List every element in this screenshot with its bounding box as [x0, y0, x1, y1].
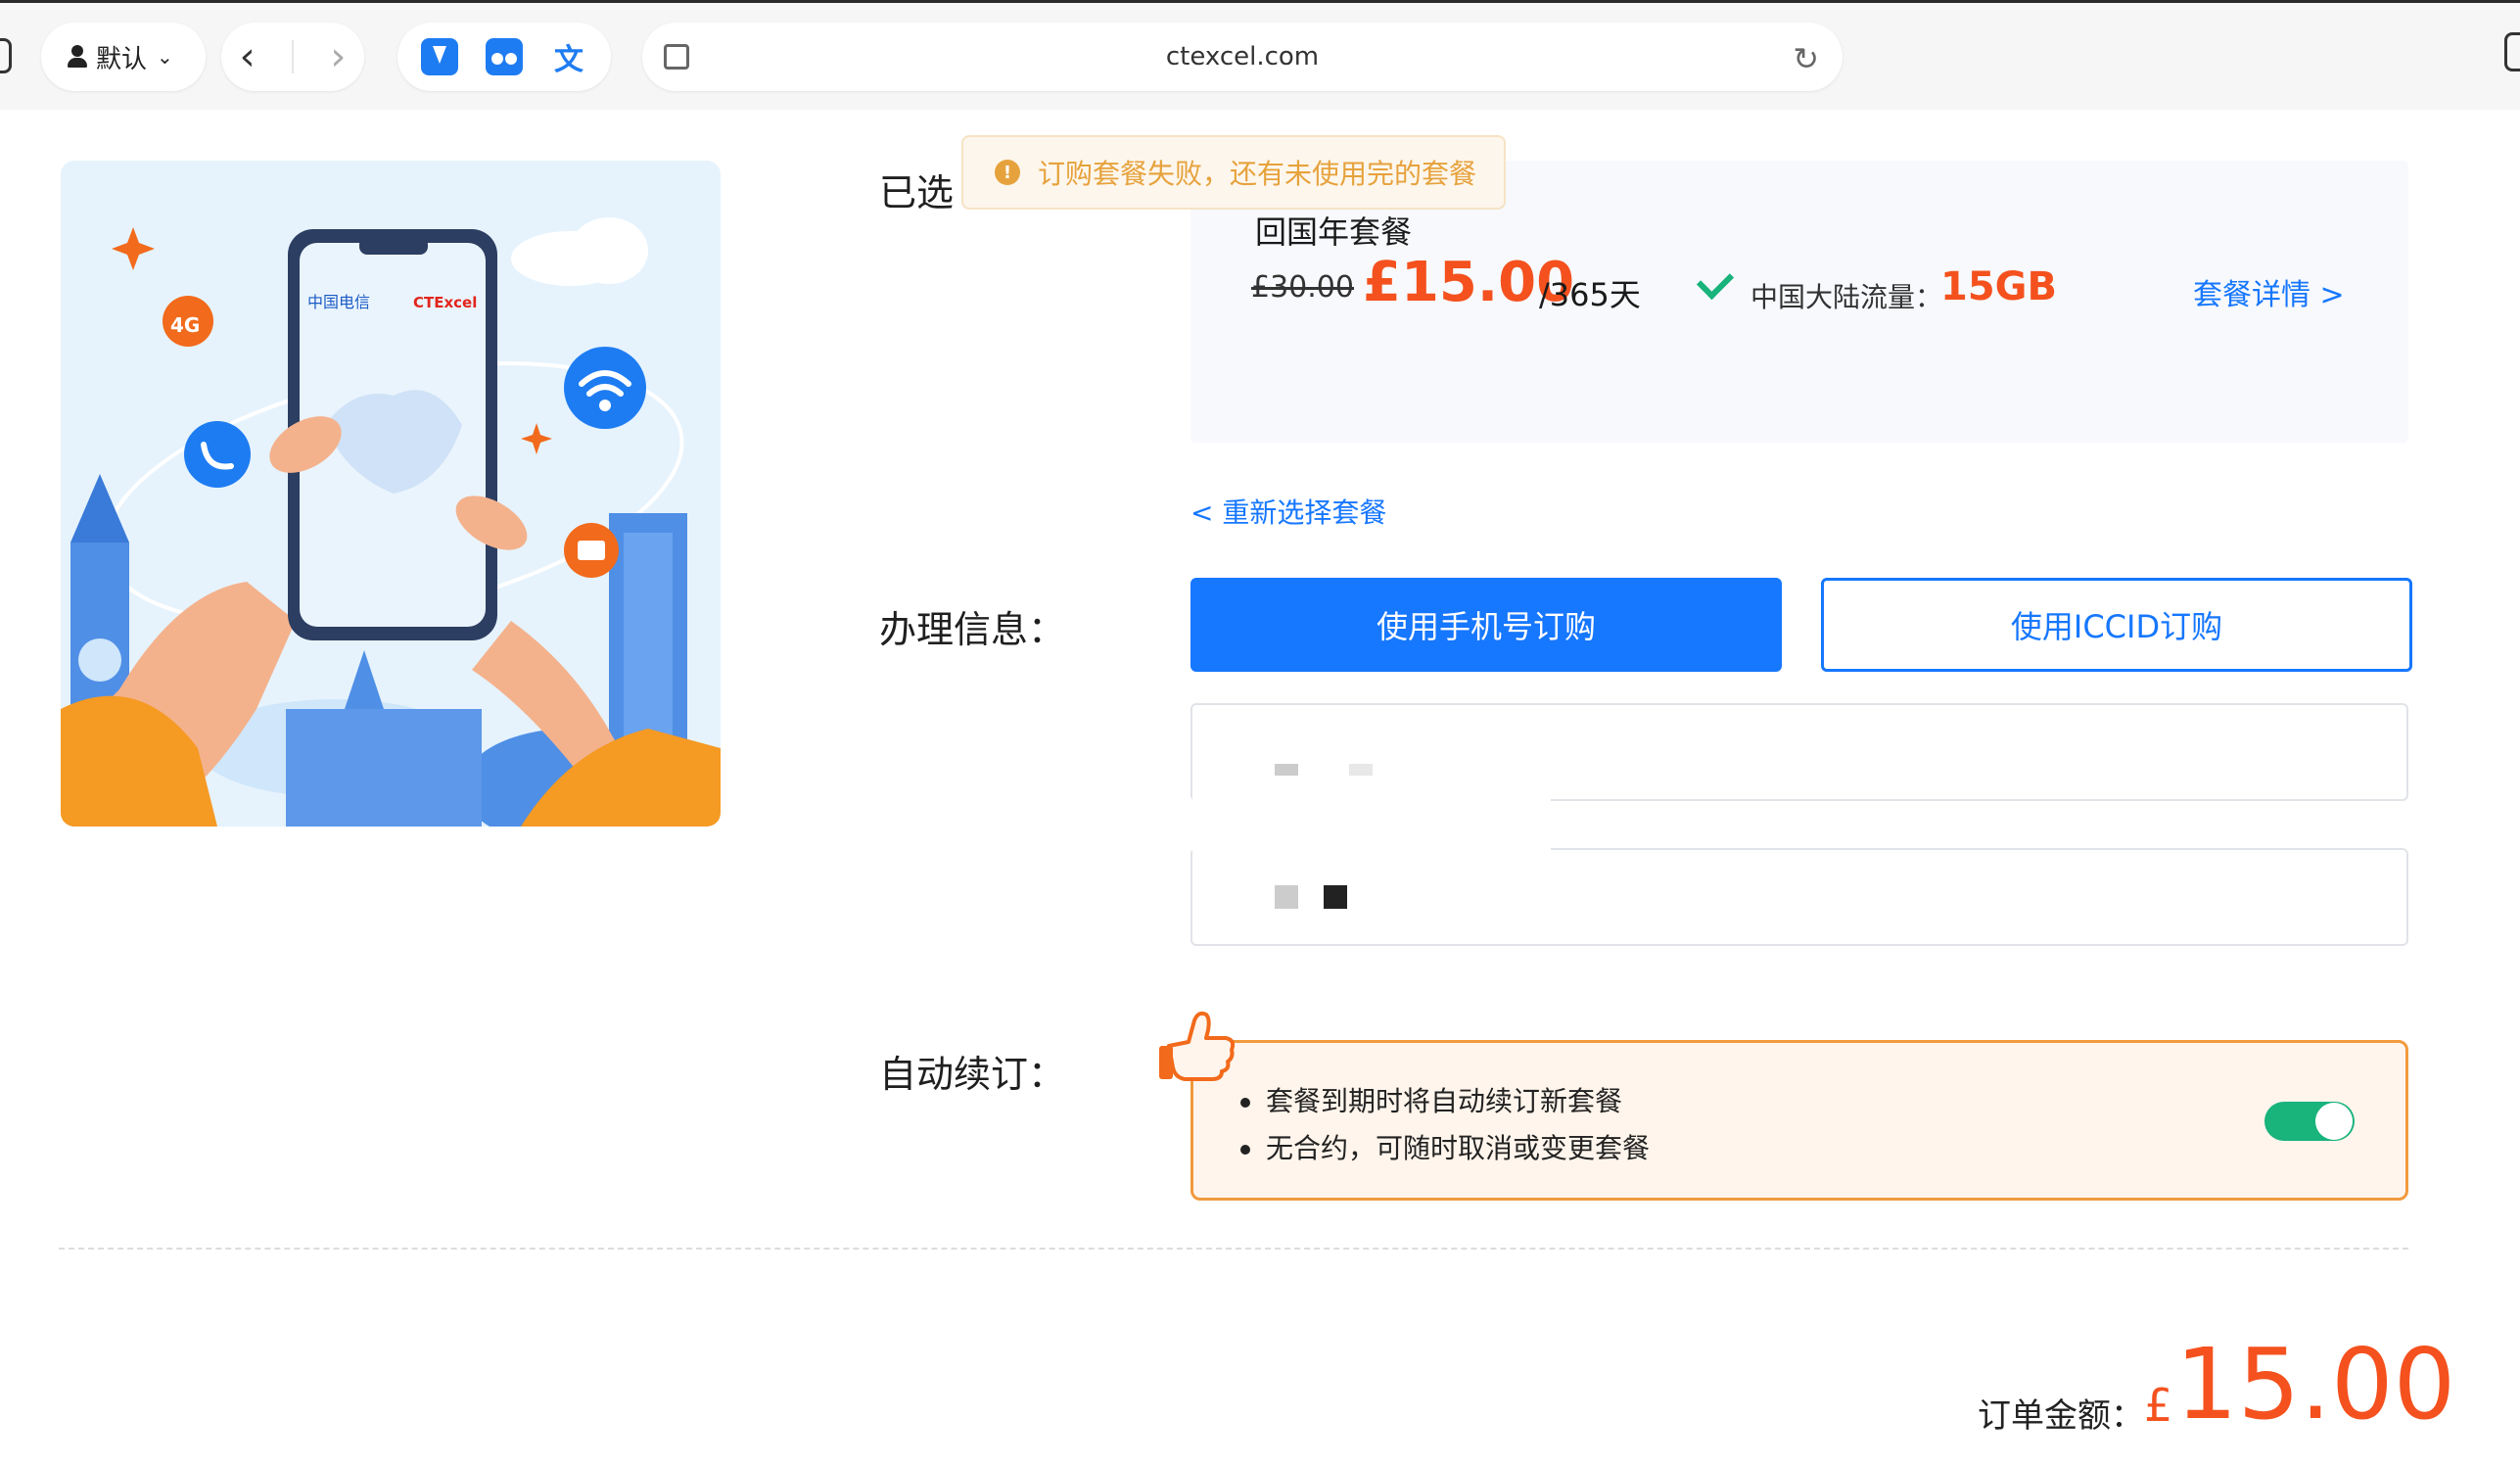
profile-switcher[interactable]: 默认 ⌄: [41, 23, 206, 91]
package-period: /365天: [1539, 276, 1641, 313]
auto-renew-note: 无合约，可随时取消或变更套餐: [1240, 1125, 1650, 1172]
person-icon: [67, 45, 88, 69]
download-extension-icon[interactable]: [421, 38, 458, 75]
thumbs-up-icon: [1159, 1011, 1236, 1081]
order-by-iccid-button[interactable]: 使用ICCID订购: [1821, 578, 2412, 672]
order-total-currency: £: [2144, 1379, 2173, 1432]
flow-value: 15GB: [1940, 264, 2057, 309]
handling-info-label: 办理信息：: [879, 608, 1066, 651]
nav-divider: [291, 40, 294, 73]
auto-renew-box: 套餐到期时将自动续订新套餐 无合约，可随时取消或变更套餐: [1190, 1040, 2408, 1201]
package-detail-link[interactable]: 套餐详情 >: [2193, 270, 2345, 313]
auto-renew-notes: 套餐到期时将自动续订新套餐 无合约，可随时取消或变更套餐: [1240, 1078, 1650, 1172]
chevron-down-icon: ⌄: [157, 45, 173, 69]
error-toast: ! 订购套餐失败，还有未使用完的套餐: [961, 135, 1506, 210]
tabs-overview-icon[interactable]: [2504, 32, 2520, 71]
order-total-amount: 15.00: [2175, 1327, 2456, 1441]
badge-4g-text: 4G: [170, 313, 200, 337]
toast-message: 订购套餐失败，还有未使用完的套餐: [1038, 158, 1477, 190]
brand-right-text: CTExcel: [413, 294, 477, 311]
section-divider: [59, 1248, 2408, 1250]
auto-renew-label: 自动续订：: [879, 1053, 1066, 1096]
travel-phone-illustration: 中国电信 CTExcel 4G: [61, 161, 721, 827]
translate-extension-icon[interactable]: 文: [550, 38, 587, 77]
nav-buttons: ‹ ›: [221, 23, 364, 91]
reselect-package-link[interactable]: < 重新选择套餐: [1190, 492, 1386, 531]
auto-renew-toggle[interactable]: [2264, 1102, 2355, 1141]
original-price: £30.00: [1251, 270, 1354, 305]
reader-extension-icon[interactable]: [486, 38, 523, 75]
verification-field[interactable]: [1190, 848, 2408, 946]
sidebar-toggle-icon[interactable]: [0, 38, 12, 73]
address-bar[interactable]: ctexcel.com ↻: [642, 23, 1843, 91]
redacted-block: [1324, 885, 1347, 909]
order-by-phone-button[interactable]: 使用手机号订购: [1190, 578, 1782, 672]
back-button[interactable]: ‹: [240, 34, 256, 79]
profile-label: 默认: [96, 44, 148, 74]
warning-icon: !: [995, 160, 1020, 185]
reload-icon[interactable]: ↻: [1793, 40, 1819, 77]
selected-label: 已选: [879, 171, 955, 214]
url-text: ctexcel.com: [1165, 42, 1320, 71]
redaction-mask: [1192, 776, 1551, 852]
flow-label: 中国大陆流量：: [1750, 281, 1943, 313]
extensions-bar: 文: [397, 23, 611, 91]
browser-toolbar: 默认 ⌄ ‹ › 文 ctexcel.com ↻: [0, 0, 2520, 110]
hero-illustration: 中国电信 CTExcel 4G: [61, 161, 721, 827]
redacted-block: [1275, 885, 1298, 909]
brand-left-text: 中国电信: [307, 293, 370, 311]
toggle-knob: [2315, 1103, 2353, 1140]
forward-button[interactable]: ›: [330, 34, 346, 79]
package-name: 回国年套餐: [1255, 213, 1413, 251]
order-total-label: 订单金额：: [1978, 1396, 2144, 1436]
auto-renew-note: 套餐到期时将自动续订新套餐: [1240, 1078, 1650, 1125]
check-icon: [1696, 261, 1735, 301]
